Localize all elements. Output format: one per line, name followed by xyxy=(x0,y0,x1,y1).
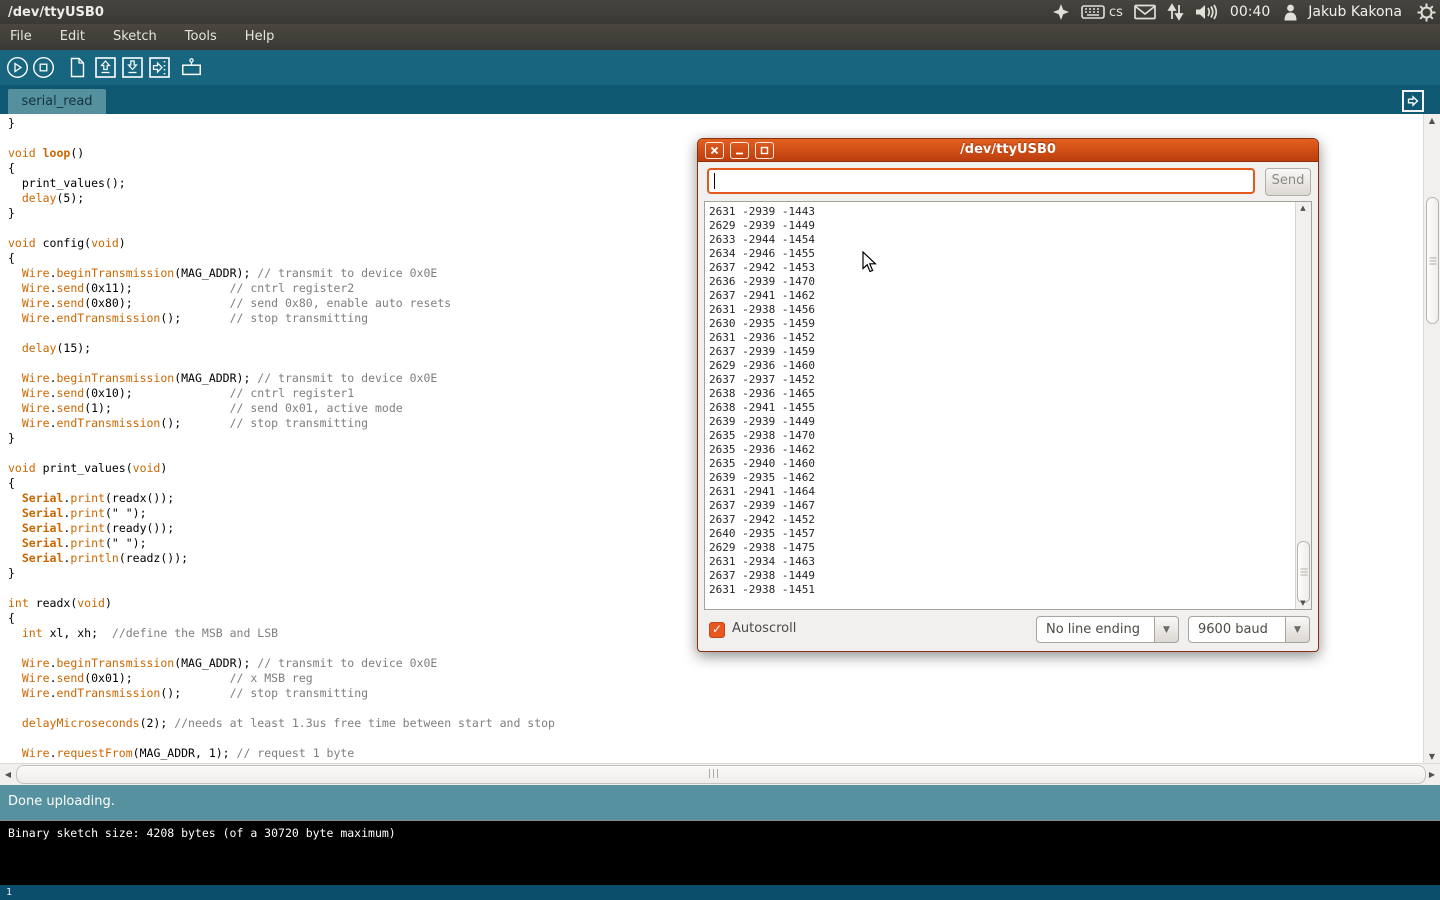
clock[interactable]: 00:40 xyxy=(1230,4,1270,20)
autoscroll-label: Autoscroll xyxy=(732,621,796,636)
system-tray: cs 00:40 Jakub Kakona xyxy=(1052,0,1436,24)
stop-button[interactable] xyxy=(32,56,55,79)
status-message: Done uploading. xyxy=(8,794,115,809)
menu-help[interactable]: Help xyxy=(231,24,289,50)
keyboard-layout-label: cs xyxy=(1109,5,1123,20)
hscroll-grip xyxy=(709,769,718,778)
serial-send-input[interactable] xyxy=(707,168,1255,194)
window-minimize-button[interactable] xyxy=(730,142,749,159)
session-gear-icon[interactable] xyxy=(1417,3,1436,22)
baud-rate-dropdown-arrow-icon[interactable]: ▼ xyxy=(1285,616,1310,643)
autoscroll-checkbox[interactable]: ✓ xyxy=(709,622,725,638)
current-line-number: 1 xyxy=(6,887,12,898)
serial-vertical-scrollbar[interactable]: ▲ ▼ xyxy=(1295,202,1311,609)
menu-sketch[interactable]: Sketch xyxy=(99,24,171,50)
scroll-right-arrow-icon[interactable]: ▶ xyxy=(1424,770,1440,779)
text-caret xyxy=(714,173,715,189)
user-icon xyxy=(1284,4,1297,21)
serial-monitor-window: /dev/ttyUSB0 Send 2631 -2939 -1443 2629 … xyxy=(697,138,1319,652)
editor-vscroll-thumb[interactable] xyxy=(1426,197,1439,324)
top-panel: /dev/ttyUSB0 cs 00:40 Jakub Kakona xyxy=(0,0,1440,25)
volume-icon[interactable] xyxy=(1195,3,1219,21)
save-sketch-button[interactable] xyxy=(121,56,144,79)
line-ending-dropdown-arrow-icon[interactable]: ▼ xyxy=(1154,616,1179,643)
serial-vscroll-thumb[interactable] xyxy=(1297,541,1310,603)
scroll-down-arrow-icon[interactable]: ▼ xyxy=(1424,752,1440,761)
window-maximize-button[interactable] xyxy=(755,142,774,159)
window-close-button[interactable] xyxy=(705,142,724,159)
menu-tools[interactable]: Tools xyxy=(171,24,231,50)
scroll-down-arrow-icon[interactable]: ▼ xyxy=(1296,599,1310,607)
tab-strip: serial_read xyxy=(0,85,1440,114)
baud-rate-select[interactable]: 9600 baud xyxy=(1188,616,1285,643)
network-sync-icon[interactable] xyxy=(1167,3,1184,21)
line-ending-select[interactable]: No line ending xyxy=(1036,616,1154,643)
serial-output-area: 2631 -2939 -1443 2629 -2939 -1449 2633 -… xyxy=(704,201,1312,610)
menubar: File Edit Sketch Tools Help xyxy=(0,24,1440,50)
ide-console: Binary sketch size: 4208 bytes (of a 307… xyxy=(0,820,1440,886)
scroll-left-arrow-icon[interactable]: ◀ xyxy=(0,770,16,779)
editor-hscroll-thumb[interactable] xyxy=(16,765,1426,784)
code-editor: } void loop(){ print_values(); delay(5);… xyxy=(8,116,555,761)
ide-status-bar: Done uploading. xyxy=(0,785,1440,820)
serial-monitor-titlebar[interactable]: /dev/ttyUSB0 xyxy=(698,139,1318,162)
screen: /dev/ttyUSB0 cs 00:40 Jakub Kakona xyxy=(0,0,1440,900)
menu-edit[interactable]: Edit xyxy=(46,24,99,50)
tab-menu-button[interactable] xyxy=(1402,90,1424,112)
serial-monitor-button[interactable] xyxy=(180,56,203,79)
line-number-bar: 1 xyxy=(0,885,1440,900)
editor-vertical-scrollbar[interactable]: ▲ ▼ xyxy=(1423,114,1440,763)
pinwheel-indicator-icon[interactable] xyxy=(1052,3,1070,21)
upload-button[interactable] xyxy=(148,56,171,79)
send-button[interactable]: Send xyxy=(1265,168,1311,196)
panel-window-title: /dev/ttyUSB0 xyxy=(8,5,104,20)
verify-button[interactable] xyxy=(6,56,29,79)
menu-file[interactable]: File xyxy=(0,24,46,50)
tab-serial-read[interactable]: serial_read xyxy=(8,89,106,114)
scroll-up-arrow-icon[interactable]: ▲ xyxy=(1424,116,1440,125)
user-menu[interactable]: Jakub Kakona xyxy=(1308,4,1402,20)
mouse-cursor xyxy=(862,251,878,273)
serial-monitor-title: /dev/ttyUSB0 xyxy=(698,139,1318,161)
new-sketch-button[interactable] xyxy=(66,56,89,79)
open-sketch-button[interactable] xyxy=(94,56,117,79)
console-text: Binary sketch size: 4208 bytes (of a 307… xyxy=(8,826,396,840)
scroll-up-arrow-icon[interactable]: ▲ xyxy=(1296,204,1310,212)
keyboard-layout-icon[interactable]: cs xyxy=(1081,4,1123,20)
ide-toolbar xyxy=(0,50,1440,85)
serial-output: 2631 -2939 -1443 2629 -2939 -1449 2633 -… xyxy=(709,205,815,597)
mail-icon[interactable] xyxy=(1134,4,1156,20)
